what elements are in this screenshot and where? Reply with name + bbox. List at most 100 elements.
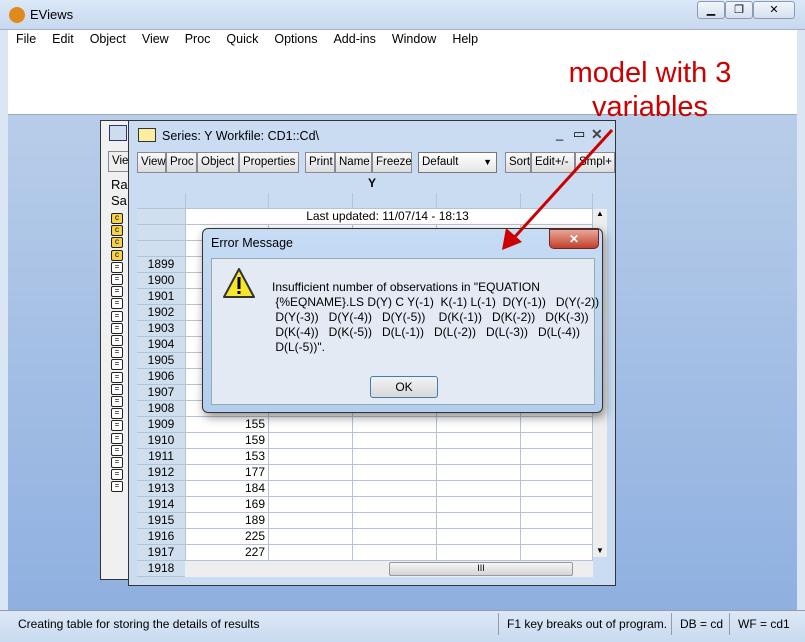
row-year[interactable]: 1915 (137, 513, 186, 529)
restore-button[interactable]: ❐ (725, 1, 753, 19)
row-value[interactable]: 227 (186, 545, 269, 561)
data-cell[interactable] (269, 529, 353, 545)
series-object-icon[interactable]: = (111, 457, 123, 468)
row-year[interactable]: 1906 (137, 369, 186, 385)
row-year[interactable]: 1918 (137, 561, 186, 577)
row-year[interactable]: 1917 (137, 545, 186, 561)
close-button[interactable]: ✕ (591, 126, 603, 143)
data-cell[interactable] (521, 497, 593, 513)
data-cell[interactable] (269, 465, 353, 481)
data-cell[interactable] (437, 513, 521, 529)
series-object-icon[interactable]: = (111, 481, 123, 493)
column-header-cell[interactable] (186, 193, 269, 209)
data-cell[interactable] (353, 465, 437, 481)
row-year[interactable]: 1910 (137, 433, 186, 449)
data-cell[interactable] (437, 497, 521, 513)
data-cell[interactable] (521, 449, 593, 465)
data-cell[interactable] (269, 513, 353, 529)
menu-addins[interactable]: Add-ins (325, 30, 383, 50)
row-year[interactable]: 1909 (137, 417, 186, 433)
row-year[interactable]: 1899 (137, 257, 186, 273)
toolbar-properties-button[interactable]: Properties (239, 152, 299, 173)
row-value[interactable]: 225 (186, 529, 269, 545)
menu-help[interactable]: Help (444, 30, 486, 50)
data-cell[interactable] (437, 465, 521, 481)
data-cell[interactable] (437, 449, 521, 465)
series-object-icon[interactable]: = (111, 371, 123, 383)
series-object-icon[interactable]: = (111, 322, 123, 334)
series-object-icon[interactable]: = (111, 383, 123, 395)
menu-object[interactable]: Object (82, 30, 134, 50)
data-cell[interactable] (353, 497, 437, 513)
display-select[interactable]: Default ▼ (418, 152, 497, 173)
series-object-icon[interactable]: = (111, 347, 123, 359)
series-object-icon[interactable]: = (111, 469, 123, 481)
row-value[interactable]: 177 (186, 465, 269, 481)
row-year[interactable]: 1914 (137, 497, 186, 513)
data-cell[interactable] (353, 545, 437, 561)
row-value[interactable]: 184 (186, 481, 269, 497)
menu-options[interactable]: Options (266, 30, 325, 50)
series-object-icon[interactable]: = (111, 432, 123, 444)
data-cell[interactable] (437, 433, 521, 449)
data-cell[interactable] (269, 481, 353, 497)
row-value[interactable]: 153 (186, 449, 269, 465)
dialog-close-button[interactable]: ✕ (549, 229, 599, 249)
row-value[interactable]: 159 (186, 433, 269, 449)
last-updated-row[interactable]: Last updated: 11/07/14 - 18:13 (186, 209, 593, 225)
minimize-button[interactable]: _ (556, 126, 563, 141)
data-cell[interactable] (521, 513, 593, 529)
series-object-icon[interactable]: = (111, 408, 123, 420)
row-year[interactable]: 1911 (137, 449, 186, 465)
toolbar-sort-button[interactable]: Sort (505, 152, 531, 173)
data-cell[interactable] (521, 465, 593, 481)
series-object-icon[interactable]: = (111, 444, 123, 456)
data-cell[interactable] (437, 545, 521, 561)
toolbar-edit-button[interactable]: Edit+/- (531, 152, 575, 173)
horizontal-scrollbar[interactable]: III (185, 561, 593, 577)
series-object-icon[interactable]: = (111, 261, 123, 273)
row-year[interactable]: 1916 (137, 529, 186, 545)
series-object-icon[interactable]: = (111, 335, 123, 346)
data-cell[interactable] (353, 417, 437, 433)
row-year[interactable]: 1901 (137, 289, 186, 305)
series-object-icon[interactable]: = (111, 420, 123, 432)
maximize-button[interactable]: ▭ (573, 126, 585, 142)
row-year[interactable]: 1903 (137, 321, 186, 337)
toolbar-proc-button[interactable]: Proc (166, 152, 197, 173)
data-cell[interactable] (353, 513, 437, 529)
column-header-cell[interactable] (353, 193, 437, 209)
coefficient-object-icon[interactable]: c (111, 225, 123, 237)
row-year[interactable]: 1905 (137, 353, 186, 369)
toolbar-print-button[interactable]: Print (305, 152, 335, 173)
row-year[interactable]: 1913 (137, 481, 186, 497)
toolbar-smpl-button[interactable]: Smpl+ (575, 152, 615, 173)
menu-file[interactable]: File (8, 30, 44, 50)
ok-button[interactable]: OK (370, 376, 438, 398)
menu-proc[interactable]: Proc (177, 30, 219, 50)
column-header-cell[interactable] (269, 193, 353, 209)
series-object-icon[interactable]: = (111, 396, 123, 407)
series-object-icon[interactable]: = (111, 359, 123, 371)
data-cell[interactable] (353, 481, 437, 497)
toolbar-object-button[interactable]: Object (197, 152, 239, 173)
row-label-cell[interactable] (137, 225, 186, 241)
data-cell[interactable] (269, 545, 353, 561)
column-header-cell[interactable] (137, 193, 186, 209)
series-object-icon[interactable]: = (111, 298, 123, 310)
data-cell[interactable] (521, 545, 593, 561)
data-cell[interactable] (521, 433, 593, 449)
row-year[interactable]: 1907 (137, 385, 186, 401)
menu-edit[interactable]: Edit (44, 30, 82, 50)
coefficient-object-icon[interactable]: c (111, 237, 123, 249)
menu-window[interactable]: Window (384, 30, 444, 50)
series-object-icon[interactable]: = (111, 274, 123, 285)
row-year[interactable]: 1900 (137, 273, 186, 289)
data-cell[interactable] (353, 433, 437, 449)
scroll-thumb[interactable]: III (389, 562, 573, 576)
data-cell[interactable] (269, 417, 353, 433)
data-cell[interactable] (521, 417, 593, 433)
close-button[interactable]: ✕ (753, 1, 795, 19)
data-cell[interactable] (437, 417, 521, 433)
column-header-cell[interactable] (521, 193, 593, 209)
